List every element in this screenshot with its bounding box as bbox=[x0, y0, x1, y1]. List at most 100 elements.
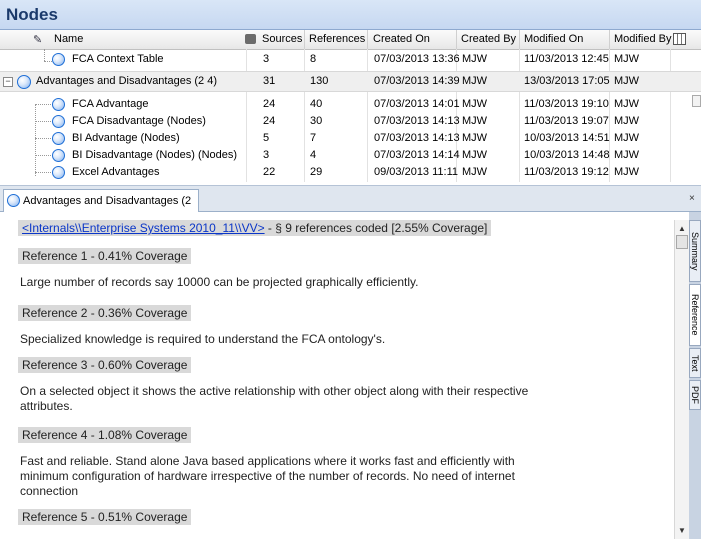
scroll-thumb[interactable] bbox=[676, 235, 688, 249]
node-created-by: MJW bbox=[462, 53, 488, 65]
reference-header: Reference 2 - 0.36% Coverage bbox=[18, 305, 192, 321]
node-name: BI Disadvantage (Nodes) (Nodes) bbox=[72, 149, 238, 161]
node-references: 7 bbox=[310, 132, 317, 144]
nodes-panel-header: Nodes bbox=[0, 0, 701, 30]
node-modified-by: MJW bbox=[614, 132, 640, 144]
grid-scroll-handle[interactable] bbox=[692, 95, 701, 107]
node-modified-on: 11/03/2013 12:45 bbox=[524, 53, 609, 65]
node-modified-by: MJW bbox=[614, 53, 640, 65]
column-divider[interactable] bbox=[304, 30, 305, 49]
nodes-panel-title: Nodes bbox=[6, 5, 58, 24]
reference-text: On a selected object it shows the active… bbox=[20, 384, 529, 413]
node-modified-on: 11/03/2013 19:12 bbox=[524, 166, 609, 178]
node-name: BI Advantage (Nodes) bbox=[72, 132, 180, 144]
node-name: FCA Advantage bbox=[72, 98, 149, 110]
detail-tab-strip: Advantages and Disadvantages (2 × bbox=[0, 185, 701, 212]
column-divider[interactable] bbox=[609, 30, 610, 49]
nodes-grid[interactable]: ✎ Name Sources References Created On Cre… bbox=[0, 30, 701, 182]
column-header-references[interactable]: References bbox=[309, 33, 365, 45]
reference-scrollbar[interactable]: ▲ ▼ bbox=[674, 220, 690, 539]
source-header: <Internals\\Enterprise Systems 2010_11\\… bbox=[18, 220, 492, 236]
tab-advantages-and-disadvantages[interactable]: Advantages and Disadvantages (2 bbox=[3, 189, 199, 212]
node-ball-icon bbox=[17, 75, 31, 89]
scroll-up-icon[interactable]: ▲ bbox=[678, 224, 686, 233]
reference-header: Reference 1 - 0.41% Coverage bbox=[18, 248, 192, 264]
node-sources: 22 bbox=[263, 166, 276, 178]
close-icon[interactable]: × bbox=[689, 193, 698, 204]
node-created-by: MJW bbox=[462, 149, 488, 161]
column-header-name[interactable]: Name bbox=[54, 33, 83, 45]
node-sources: 5 bbox=[263, 132, 270, 144]
side-view-tabs: Summary Reference Text PDF bbox=[689, 212, 701, 539]
side-tab-summary[interactable]: Summary bbox=[689, 220, 701, 282]
column-header-modified-on[interactable]: Modified On bbox=[524, 33, 583, 45]
node-ball-icon bbox=[52, 115, 65, 128]
node-references: 29 bbox=[310, 166, 323, 178]
node-ball-icon bbox=[52, 166, 65, 179]
node-created-on: 07/03/2013 14:14 bbox=[374, 149, 460, 161]
side-tab-pdf[interactable]: PDF bbox=[689, 380, 701, 410]
node-references: 4 bbox=[310, 149, 317, 161]
node-modified-on: 13/03/2013 17:05 bbox=[524, 75, 610, 87]
node-modified-by: MJW bbox=[614, 115, 640, 127]
node-created-on: 09/03/2013 11:11 bbox=[374, 166, 459, 178]
node-ball-icon bbox=[52, 132, 65, 145]
table-row[interactable]: BI Disadvantage (Nodes) (Nodes) 3 4 07/0… bbox=[0, 147, 701, 164]
source-link[interactable]: <Internals\\Enterprise Systems 2010_11\\… bbox=[22, 221, 265, 235]
table-row-group[interactable]: − Advantages and Disadvantages (2 4) 31 … bbox=[0, 71, 701, 92]
reference-text: Large number of records say 10000 can be… bbox=[20, 275, 419, 289]
node-created-by: MJW bbox=[462, 132, 488, 144]
column-chooser-icon[interactable] bbox=[673, 33, 686, 45]
tab-label: Advantages and Disadvantages (2 bbox=[23, 195, 192, 207]
column-divider[interactable] bbox=[456, 30, 457, 49]
node-modified-on: 10/03/2013 14:51 bbox=[524, 132, 610, 144]
column-header-created-on[interactable]: Created On bbox=[373, 33, 430, 45]
source-summary: - § 9 references coded [2.55% Coverage] bbox=[264, 221, 488, 235]
column-header-modified-by[interactable]: Modified By bbox=[614, 33, 671, 45]
node-sources: 24 bbox=[263, 98, 276, 110]
node-name: FCA Context Table bbox=[72, 53, 164, 65]
node-references: 130 bbox=[310, 75, 329, 87]
node-ball-icon bbox=[52, 53, 65, 66]
side-tab-reference[interactable]: Reference bbox=[689, 284, 701, 346]
node-modified-by: MJW bbox=[614, 149, 640, 161]
node-created-on: 07/03/2013 14:13 bbox=[374, 132, 460, 144]
node-sources: 3 bbox=[263, 149, 270, 161]
node-ball-icon bbox=[52, 98, 65, 111]
node-modified-by: MJW bbox=[614, 75, 640, 87]
table-row[interactable]: Excel Advantages 22 29 09/03/2013 11:11 … bbox=[0, 164, 701, 181]
table-row[interactable]: BI Advantage (Nodes) 5 7 07/03/2013 14:1… bbox=[0, 130, 701, 147]
node-references: 8 bbox=[310, 53, 317, 65]
sources-icon bbox=[245, 34, 256, 44]
pin-icon: ✎ bbox=[33, 34, 43, 46]
node-created-by: MJW bbox=[462, 115, 488, 127]
node-name: FCA Disadvantage (Nodes) bbox=[72, 115, 206, 127]
grid-header-row: ✎ Name Sources References Created On Cre… bbox=[0, 30, 701, 50]
node-modified-on: 11/03/2013 19:10 bbox=[524, 98, 609, 110]
node-modified-on: 11/03/2013 19:07 bbox=[524, 115, 609, 127]
node-created-on: 07/03/2013 14:13 bbox=[374, 115, 460, 127]
node-name: Advantages and Disadvantages (2 4) bbox=[36, 75, 218, 87]
table-row[interactable]: FCA Disadvantage (Nodes) 24 30 07/03/201… bbox=[0, 113, 701, 130]
column-divider[interactable] bbox=[519, 30, 520, 49]
reference-header: Reference 4 - 1.08% Coverage bbox=[18, 427, 192, 443]
table-row[interactable]: FCA Context Table 3 8 07/03/2013 13:36 M… bbox=[0, 51, 701, 68]
node-created-by: MJW bbox=[462, 166, 488, 178]
node-ball-icon bbox=[7, 194, 20, 207]
node-ball-icon bbox=[52, 149, 65, 162]
node-created-on: 07/03/2013 13:36 bbox=[374, 53, 460, 65]
table-row[interactable]: FCA Advantage 24 40 07/03/2013 14:01 MJW… bbox=[0, 96, 701, 113]
collapse-toggle[interactable]: − bbox=[3, 77, 13, 87]
node-sources: 24 bbox=[263, 115, 276, 127]
scroll-down-icon[interactable]: ▼ bbox=[678, 526, 686, 535]
node-references: 30 bbox=[310, 115, 323, 127]
reference-view: <Internals\\Enterprise Systems 2010_11\\… bbox=[14, 212, 674, 539]
column-header-sources[interactable]: Sources bbox=[262, 33, 302, 45]
node-created-by: MJW bbox=[462, 75, 488, 87]
column-header-created-by[interactable]: Created By bbox=[461, 33, 516, 45]
reference-text: Specialized knowledge is required to und… bbox=[20, 332, 386, 346]
node-created-on: 07/03/2013 14:39 bbox=[374, 75, 460, 87]
side-tab-text[interactable]: Text bbox=[689, 348, 701, 378]
column-divider[interactable] bbox=[367, 30, 368, 49]
node-modified-by: MJW bbox=[614, 98, 640, 110]
